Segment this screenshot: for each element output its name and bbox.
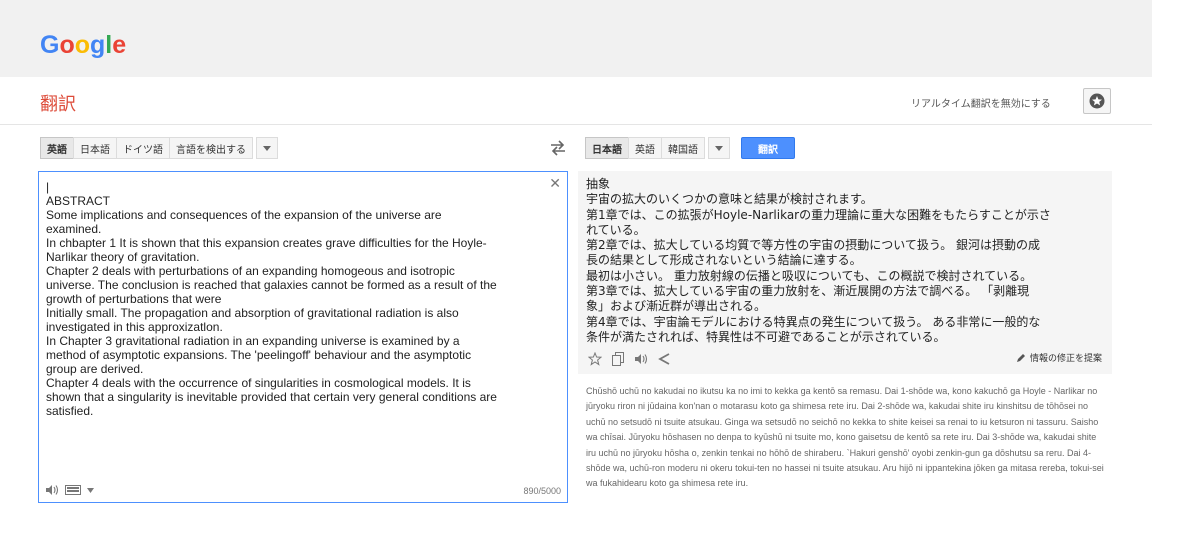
speaker-icon[interactable]: [634, 353, 648, 365]
copy-icon[interactable]: [612, 352, 624, 366]
logo-letter: g: [90, 31, 106, 59]
source-lang-detect[interactable]: 言語を検出する: [169, 137, 253, 159]
result-box: 抽象 宇宙の拡大のいくつかの意味と結果が検討されます。 第1章では、この拡張がH…: [578, 171, 1112, 374]
saved-phrasebook-button[interactable]: [1083, 88, 1111, 114]
source-lang-german[interactable]: ドイツ語: [116, 137, 170, 159]
chevron-down-icon: [263, 145, 271, 151]
share-icon[interactable]: [658, 353, 670, 365]
chevron-down-icon: [715, 145, 723, 151]
swap-icon: [551, 140, 565, 156]
suggest-edit-label: 情報の修正を提案: [1029, 354, 1102, 364]
translate-button[interactable]: 翻訳: [741, 137, 795, 159]
logo-letter: e: [112, 31, 127, 59]
target-lang-more-button[interactable]: [708, 137, 730, 159]
star-icon: [1089, 93, 1105, 109]
speaker-icon[interactable]: [45, 484, 59, 496]
source-text-area[interactable]: | ABSTRACT Some implications and consequ…: [38, 171, 568, 503]
close-icon: ✕: [549, 176, 561, 192]
source-language-bar: 英語 日本語 ドイツ語 言語を検出する: [40, 137, 278, 159]
target-lang-english[interactable]: 英語: [628, 137, 662, 159]
logo-letter: G: [40, 31, 60, 59]
target-lang-korean[interactable]: 韓国語: [661, 137, 705, 159]
source-tools: [45, 484, 94, 496]
logo-letter: o: [74, 31, 91, 59]
translated-text: 抽象 宇宙の拡大のいくつかの意味と結果が検討されます。 第1章では、この拡張がH…: [586, 177, 1051, 344]
target-lang-japanese[interactable]: 日本語: [585, 137, 629, 159]
page-title: 翻訳: [40, 94, 76, 115]
result-tools: [588, 352, 670, 366]
google-logo[interactable]: Google: [40, 31, 126, 60]
logo-letter: o: [59, 31, 75, 59]
source-lang-japanese[interactable]: 日本語: [73, 137, 117, 159]
source-lang-english[interactable]: 英語: [40, 137, 74, 159]
star-outline-icon[interactable]: [588, 352, 602, 366]
title-bar: 翻訳 リアルタイム翻訳を無効にする: [0, 77, 1152, 125]
keyboard-icon[interactable]: [65, 485, 81, 495]
source-lang-more-button[interactable]: [256, 137, 278, 159]
swap-languages-button[interactable]: [548, 140, 568, 156]
char-count: 890/5000: [523, 486, 561, 496]
target-language-bar: 日本語 英語 韓国語 翻訳: [585, 137, 795, 159]
top-bar: Google: [0, 0, 1152, 77]
clear-source-button[interactable]: ✕: [549, 176, 561, 192]
pencil-icon: [1016, 353, 1025, 362]
suggest-edit-link[interactable]: 情報の修正を提案: [1016, 351, 1102, 364]
realtime-toggle-link[interactable]: リアルタイム翻訳を無効にする: [911, 95, 1051, 110]
source-text[interactable]: | ABSTRACT Some implications and consequ…: [46, 180, 556, 418]
chevron-down-icon[interactable]: [87, 487, 94, 493]
romanization-text: Chūshō uchū no kakudai no ikutsu ka no i…: [586, 386, 1104, 489]
